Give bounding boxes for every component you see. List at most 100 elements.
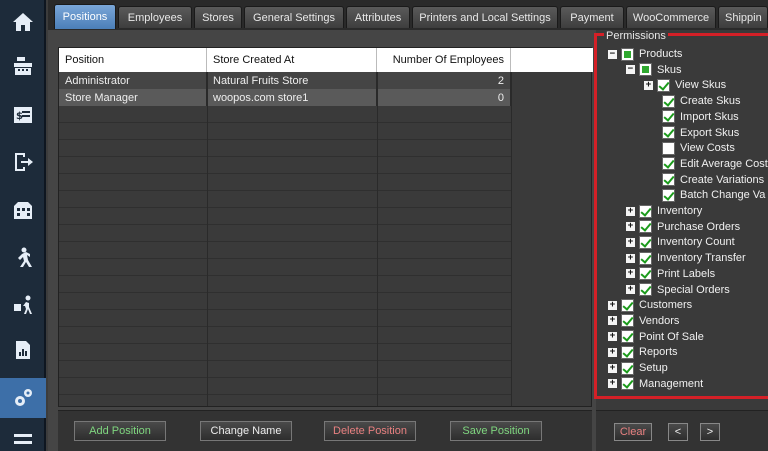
sidebar-item-reports[interactable] [0,330,46,370]
expand-icon[interactable]: + [608,379,617,389]
next-button[interactable]: > [700,423,720,441]
permission-checkbox[interactable] [662,110,675,124]
permission-node[interactable]: + Special Orders [626,282,730,298]
permission-checkbox[interactable] [621,377,634,391]
expand-icon[interactable]: + [626,269,635,279]
permission-node[interactable]: + Vendors [608,313,679,329]
permission-node[interactable]: Edit Average Cost [662,156,768,172]
positions-grid[interactable]: Position Store Created At Number Of Empl… [58,47,593,407]
expand-icon[interactable]: + [608,316,617,326]
permission-checkbox[interactable] [621,330,634,344]
permission-checkbox[interactable] [621,47,634,61]
sidebar-item-register[interactable] [0,46,46,86]
expand-icon[interactable]: + [644,80,653,90]
permission-node[interactable]: + Customers [608,297,692,313]
permission-node[interactable]: Batch Change Va [662,187,765,203]
permission-checkbox[interactable] [639,220,652,234]
expand-icon[interactable]: + [608,300,617,310]
permission-node[interactable]: + Inventory Count [626,234,735,250]
clear-button[interactable]: Clear [614,423,652,441]
permission-checkbox[interactable] [662,126,675,139]
column-header-store[interactable]: Store Created At [207,48,377,72]
collapse-icon[interactable]: − [608,49,617,59]
sidebar-item-settings[interactable] [0,378,46,418]
tab-positions[interactable]: Positions [54,4,116,29]
permission-checkbox[interactable] [621,314,634,328]
expand-icon[interactable]: + [626,285,635,294]
permission-checkbox[interactable] [639,204,652,218]
permission-node[interactable]: − Skus [626,62,681,78]
tab-stores[interactable]: Stores [194,6,242,28]
permission-node[interactable]: + Reports [608,344,678,360]
expand-icon[interactable]: + [626,206,635,216]
permission-node[interactable]: View Costs [662,140,735,156]
permission-node[interactable]: + Purchase Orders [626,219,740,235]
permission-node[interactable]: + View Skus [644,77,726,93]
permission-label: Export Skus [680,126,740,139]
permission-node[interactable]: + Management [608,376,703,392]
tab-attributes[interactable]: Attributes [346,6,410,28]
permission-node[interactable]: − Products [608,46,682,62]
sidebar-item-delivery[interactable] [0,285,46,325]
expand-icon[interactable]: + [608,332,617,342]
save-position-button[interactable]: Save Position [450,421,542,441]
column-header-position[interactable]: Position [59,48,207,72]
delivery-person-icon [14,295,32,314]
column-header-employee-count[interactable]: Number Of Employees [377,48,511,72]
permission-node[interactable]: Export Skus [662,125,739,141]
sidebar-item-home[interactable] [0,2,46,42]
permission-checkbox[interactable] [662,188,675,202]
table-row[interactable]: Administrator Natural Fruits Store 2 [59,72,511,89]
permission-label: Products [639,48,683,60]
tab-woocommerce[interactable]: WooCommerce [626,6,716,28]
tab-shipping[interactable]: Shippin [718,6,768,28]
permission-checkbox[interactable] [657,78,670,92]
permission-checkbox[interactable] [639,63,652,77]
previous-button[interactable]: < [668,423,688,441]
permission-checkbox[interactable] [662,173,675,187]
permission-checkbox[interactable] [639,267,652,281]
add-position-button[interactable]: Add Position [74,421,166,441]
collapse-icon[interactable]: − [626,65,635,75]
permission-checkbox[interactable] [621,361,634,375]
permission-label: Edit Average Cost [680,157,768,170]
permission-label: Skus [657,63,682,76]
expand-icon[interactable]: + [608,347,617,357]
sidebar-item-menu[interactable] [0,420,46,451]
delete-position-button[interactable]: Delete Position [324,421,416,441]
permission-checkbox[interactable] [639,283,652,296]
permission-checkbox[interactable] [639,251,652,265]
tab-printers-local-settings[interactable]: Printers and Local Settings [412,6,558,28]
permission-node[interactable]: + Inventory Transfer [626,250,746,266]
change-name-button[interactable]: Change Name [200,421,292,441]
permission-node[interactable]: + Setup [608,360,668,376]
permission-node[interactable]: + Point Of Sale [608,329,704,345]
permission-node[interactable]: Create Variations [662,172,764,188]
sidebar-item-exit[interactable] [0,142,46,182]
sidebar-item-customers[interactable] [0,238,46,278]
table-row[interactable]: Store Manager woopos.com store1 0 [59,89,511,106]
tab-payment[interactable]: Payment [560,6,624,28]
permission-node[interactable]: Import Skus [662,109,739,125]
permission-checkbox[interactable] [639,235,652,249]
tab-employees[interactable]: Employees [118,6,192,28]
expand-icon[interactable]: + [626,253,635,263]
permission-checkbox[interactable] [662,157,675,171]
permission-node[interactable]: + Print Labels [626,266,715,282]
tab-general-settings[interactable]: General Settings [244,6,344,28]
permission-checkbox[interactable] [662,141,675,155]
permission-node[interactable]: + Inventory [626,203,702,219]
permission-node[interactable]: Create Skus [662,93,741,109]
svg-text:$: $ [16,111,23,122]
permission-checkbox[interactable] [621,298,634,312]
sidebar-item-stores[interactable] [0,190,46,230]
sidebar-item-invoice[interactable]: $ [0,95,46,135]
permission-label: Inventory [657,205,703,217]
permission-checkbox[interactable] [621,345,634,359]
settings-gears-icon [15,389,32,406]
expand-icon[interactable]: + [608,363,617,373]
expand-icon[interactable]: + [626,222,635,232]
expand-icon[interactable]: + [626,237,635,247]
permission-label: Setup [639,362,668,374]
permission-checkbox[interactable] [662,94,675,108]
